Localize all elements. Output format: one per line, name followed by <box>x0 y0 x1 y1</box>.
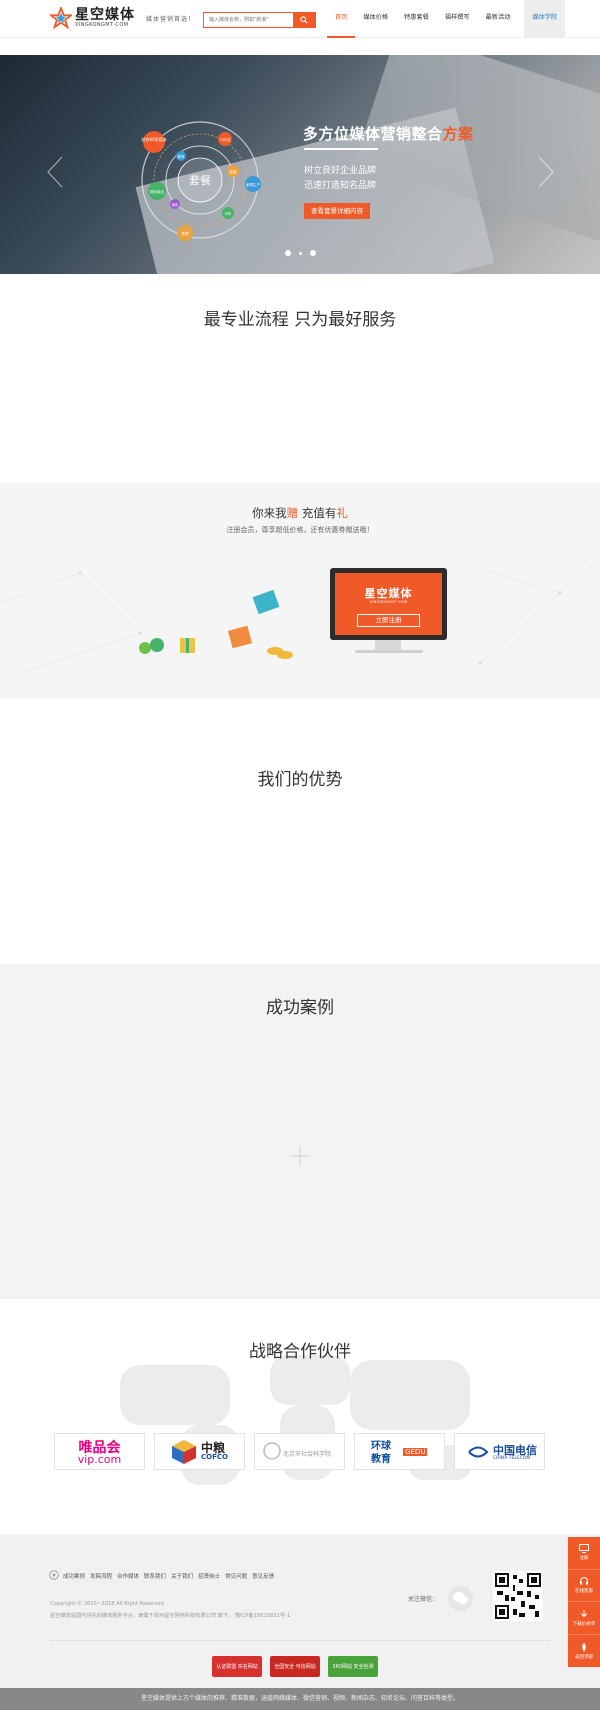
monitor-base <box>355 650 423 653</box>
diagram-label: 综合60家媒体 <box>141 136 166 142</box>
cofco-cube-icon <box>172 1440 196 1464</box>
qr-code <box>493 1571 543 1621</box>
diagram-label: IT科技 <box>220 137 231 142</box>
carousel-dot[interactable] <box>284 250 291 256</box>
view-package-button[interactable]: 查看套餐详细内容 <box>304 203 370 219</box>
package-diagram: 套餐 综合60家媒体 IT科技 教育 旅游 家具生产 汽车 财经商业 美容 其他 <box>141 121 261 241</box>
floating-toolbar: 注册 在线客服 下载价格单 返回顶部 <box>568 1537 600 1667</box>
banner-divider <box>304 148 378 150</box>
trust-badges: 认证联盟 实名网站 全国安全 可信网站 360网站 安全检测 <box>212 1656 378 1677</box>
monitor-icon <box>579 1544 589 1554</box>
play-circle-icon <box>49 1570 59 1580</box>
diagram-center-label: 套餐 <box>189 173 211 187</box>
footer-link[interactable]: 关于我们 <box>171 1572 193 1580</box>
footer-divider <box>50 1640 550 1641</box>
badge-360[interactable]: 360网站 安全检测 <box>328 1656 378 1677</box>
float-label: 注册 <box>579 1556 589 1562</box>
chevron-left-icon[interactable] <box>46 155 64 189</box>
site-header: 星空媒体 XINGKONGMT·COM 媒体营销首选！ 首页 媒体价格 特惠套餐… <box>0 0 600 38</box>
chevron-right-icon[interactable] <box>537 155 555 189</box>
search-box <box>203 12 316 28</box>
banner-title: 多方位媒体营销整合方案 <box>303 125 474 143</box>
register-promo-section: 你来我赠 充值有礼 注册会员，尊享超低价格，还有优惠券赠送哦！ 星空媒体 XIN… <box>0 483 600 699</box>
logo-name: 星空媒体 <box>75 7 135 23</box>
float-label: 下载价格单 <box>572 1621 596 1627</box>
wechat-icon[interactable] <box>448 1586 473 1611</box>
register-title: 你来我赠 充值有礼 <box>252 506 348 520</box>
partner-vip[interactable]: 唯品会 vip.com <box>54 1433 145 1470</box>
banner-line-2: 迅速打造知名品牌 <box>304 181 377 191</box>
nav-events[interactable]: 最新活动 <box>478 0 519 38</box>
logo[interactable]: 星空媒体 XINGKONGMT·COM <box>50 7 135 29</box>
footer-link[interactable]: 联系我们 <box>144 1572 166 1580</box>
float-register[interactable]: 注册 <box>568 1537 600 1570</box>
monitor-stand <box>375 640 401 650</box>
slogan: 媒体营销首选！ <box>146 16 196 23</box>
float-label: 返回顶部 <box>575 1654 593 1660</box>
company-info: 星空媒体是国内领先的媒体服务平台，隶属于郑州星空网络科技有限公司 旗下。 豫IC… <box>50 1613 291 1619</box>
gifts-illustration <box>139 589 293 659</box>
carousel-dots <box>0 250 600 256</box>
nav-academy[interactable]: 媒体学院 <box>524 0 566 38</box>
diagram-label: 家具生产 <box>246 182 261 187</box>
partner-china-telecom[interactable]: 中国电信 CHINA TELECOM <box>454 1433 545 1470</box>
monitor-brand: 星空媒体 <box>364 587 413 600</box>
diagram-label: 其他 <box>181 231 189 236</box>
float-back-to-top[interactable]: 返回顶部 <box>568 1635 600 1668</box>
float-label: 在线客服 <box>575 1589 593 1595</box>
partner-gedu[interactable]: 环球 教育 GEDU <box>354 1433 445 1470</box>
telecom-logo-icon <box>468 1446 489 1458</box>
carousel-dot[interactable] <box>309 250 316 256</box>
search-icon <box>300 16 308 24</box>
nav-home[interactable]: 首页 <box>327 0 356 38</box>
float-support[interactable]: 在线客服 <box>568 1570 600 1602</box>
process-section-title: 最专业流程 只为最好服务 <box>203 310 397 330</box>
diagram-label: 财经商业 <box>150 189 165 194</box>
register-subtitle: 注册会员，尊享超低价格，还有优惠券赠送哦！ <box>226 526 374 534</box>
footer-link[interactable]: 合作媒体 <box>117 1572 139 1580</box>
search-input[interactable] <box>204 13 293 27</box>
loading-plus-icon <box>291 1147 309 1165</box>
partner-academy[interactable]: 北京市社会科学院 <box>254 1433 345 1470</box>
rocket-icon <box>582 1642 586 1652</box>
nav-media-price[interactable]: 媒体价格 <box>355 0 396 38</box>
footer-links: 成功案例 发稿流程 合作媒体 联系我们 关于我们 招贤纳士 常见问题 意见反馈 <box>63 1572 274 1580</box>
register-button[interactable]: 立即注册 <box>357 614 420 627</box>
diagram-label: 旅游 <box>230 169 237 174</box>
advantages-section-title: 我们的优势 <box>257 770 343 790</box>
academy-emblem-icon <box>263 1442 281 1460</box>
bottom-info-bar: 星空媒体提供上万个媒体的推荐、精准数据，涵盖网络媒体、微信营销、视频、新闻杂志、… <box>0 1688 600 1710</box>
search-button[interactable] <box>293 13 315 27</box>
partner-logos: 唯品会 vip.com 中粮 COFCO 北京市社会科学院 环球 教育 GEDU… <box>54 1433 547 1473</box>
logo-domain: XINGKONGMT·COM <box>75 22 129 28</box>
follow-wechat-label: 关注微信： <box>408 1596 439 1603</box>
badge-certified[interactable]: 认证联盟 实名网站 <box>212 1656 262 1677</box>
diagram-label: 教育 <box>178 154 185 159</box>
main-nav: 首页 媒体价格 特惠套餐 福样撰写 最新活动 媒体学院 <box>327 0 566 38</box>
banner-line-1: 树立良好企业品牌 <box>304 166 377 176</box>
partner-cofco[interactable]: 中粮 COFCO <box>154 1433 245 1470</box>
download-icon <box>580 1609 588 1617</box>
footer-link[interactable]: 发稿流程 <box>90 1572 112 1580</box>
hero-banner: 套餐 综合60家媒体 IT科技 教育 旅游 家具生产 汽车 财经商业 美容 其他… <box>0 55 600 274</box>
copyright: Copyright © 2015~2018 All Right Reserved <box>50 1601 164 1607</box>
headset-icon <box>580 1577 588 1585</box>
site-footer: 成功案例 发稿流程 合作媒体 联系我们 关于我们 招贤纳士 常见问题 意见反馈 … <box>0 1534 600 1688</box>
footer-link[interactable]: 成功案例 <box>63 1572 85 1580</box>
badge-secure[interactable]: 全国安全 可信网站 <box>270 1656 320 1677</box>
diagram-label: 美容 <box>172 202 179 207</box>
footer-link[interactable]: 常见问题 <box>225 1572 247 1580</box>
carousel-dot[interactable] <box>298 251 302 255</box>
monitor-domain: XINGKONGMT·COM <box>369 600 408 604</box>
footer-link[interactable]: 意见反馈 <box>252 1572 274 1580</box>
star-logo-icon <box>50 7 72 29</box>
partners-section-title: 战略合作伙伴 <box>249 1342 351 1362</box>
cases-section-title: 成功案例 <box>266 998 334 1018</box>
diagram-label: 汽车 <box>225 211 232 216</box>
nav-packages[interactable]: 特惠套餐 <box>396 0 437 38</box>
monitor-illustration: 星空媒体 XINGKONGMT·COM 立即注册 <box>330 568 447 640</box>
footer-link[interactable]: 招贤纳士 <box>198 1572 220 1580</box>
float-download-price[interactable]: 下载价格单 <box>568 1602 600 1635</box>
nav-writing[interactable]: 福样撰写 <box>437 0 478 38</box>
